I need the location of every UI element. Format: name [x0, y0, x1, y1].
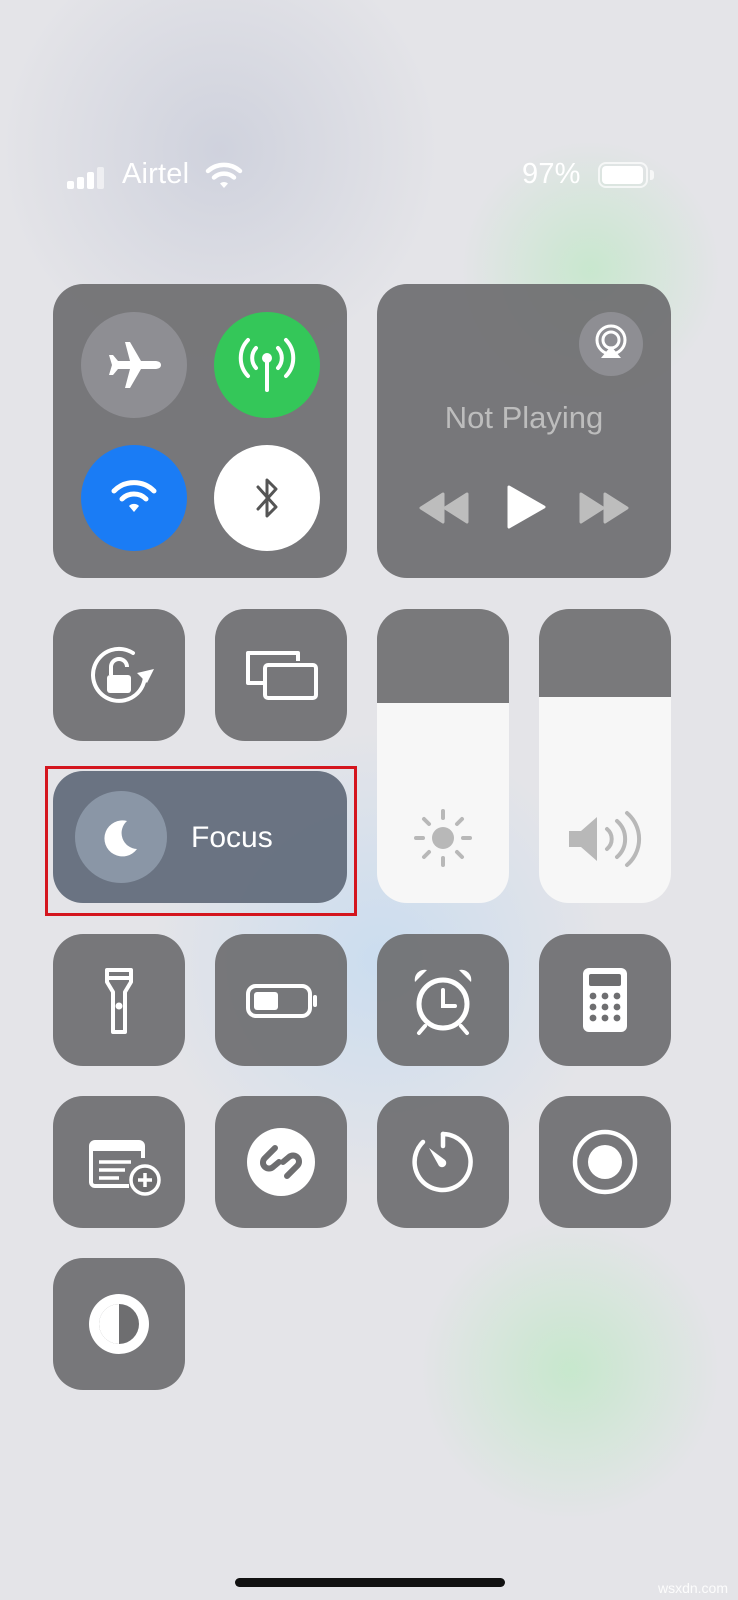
- rotation-lock-icon: [91, 646, 154, 703]
- bluetooth-button[interactable]: [214, 445, 320, 551]
- dark-mode-button[interactable]: [53, 1258, 185, 1390]
- airplay-button[interactable]: [579, 312, 643, 376]
- bluetooth-icon: [256, 478, 278, 518]
- timer-icon: [412, 1131, 473, 1193]
- airplane-mode-button[interactable]: [81, 312, 187, 418]
- brightness-slider[interactable]: [377, 609, 509, 903]
- quick-note-icon: [89, 1140, 161, 1196]
- carrier-name: Airtel: [122, 158, 190, 190]
- battery-percentage: 97%: [522, 158, 581, 190]
- home-indicator[interactable]: [235, 1578, 505, 1587]
- airplay-icon: [595, 324, 627, 358]
- wifi-status-icon: [205, 162, 243, 188]
- now-playing-title: Not Playing: [444, 400, 604, 435]
- battery-icon: [598, 162, 656, 188]
- flashlight-icon: [105, 968, 133, 1034]
- battery-fill: [602, 166, 643, 184]
- highlight-annotation: [45, 766, 357, 916]
- play-icon[interactable]: [505, 484, 547, 530]
- watermark: wsxdn.com: [657, 1580, 728, 1596]
- wifi-icon: [111, 480, 157, 512]
- timer-button[interactable]: [377, 1096, 509, 1228]
- record-icon: [572, 1129, 638, 1195]
- calculator-icon: [583, 968, 627, 1032]
- battery-icon: [246, 984, 317, 1018]
- dark-mode-icon: [89, 1294, 149, 1354]
- connectivity-module: [53, 284, 347, 578]
- now-playing-module[interactable]: Not Playing: [377, 284, 671, 578]
- fast-forward-icon[interactable]: [579, 492, 629, 524]
- low-power-mode-button[interactable]: [215, 934, 347, 1066]
- alarm-button[interactable]: [377, 934, 509, 1066]
- wifi-button[interactable]: [81, 445, 187, 551]
- volume-slider[interactable]: [539, 609, 671, 903]
- orientation-lock-button[interactable]: [53, 609, 185, 741]
- shazam-button[interactable]: [215, 1096, 347, 1228]
- speaker-icon: [569, 811, 642, 867]
- alarm-clock-icon: [414, 969, 472, 1035]
- flashlight-button[interactable]: [53, 934, 185, 1066]
- cellular-data-button[interactable]: [214, 312, 320, 418]
- rewind-icon[interactable]: [419, 492, 469, 524]
- shazam-icon: [247, 1128, 315, 1196]
- calculator-button[interactable]: [539, 934, 671, 1066]
- sun-icon: [414, 809, 472, 867]
- airplane-icon: [109, 342, 161, 388]
- screen-recording-button[interactable]: [539, 1096, 671, 1228]
- antenna-icon: [238, 338, 296, 392]
- screen-mirroring-button[interactable]: [215, 609, 347, 741]
- screen-mirroring-icon: [246, 651, 318, 700]
- signal-strength-icon: [67, 167, 107, 189]
- quick-note-button[interactable]: [53, 1096, 185, 1228]
